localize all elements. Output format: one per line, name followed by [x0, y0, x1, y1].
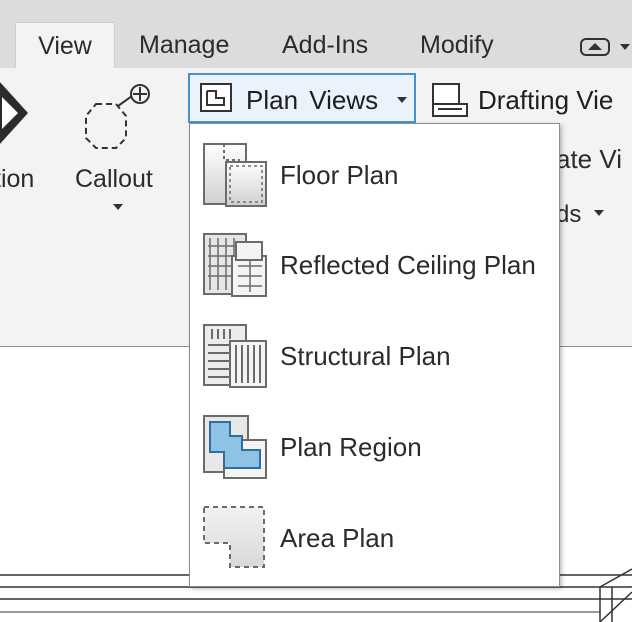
callout-dropdown-caret[interactable] [113, 204, 123, 210]
drafting-view-label: Drafting Vie [478, 85, 614, 115]
duplicate-view-label[interactable]: ate Vi [556, 144, 622, 175]
menu-item-area-plan[interactable]: Area Plan [190, 493, 559, 581]
menu-item-plan-region[interactable]: Plan Region [190, 402, 559, 490]
plan-views-caret [397, 97, 407, 103]
plan-region-label: Plan Region [280, 432, 422, 462]
section-label: tion [0, 165, 35, 193]
tab-manage[interactable]: Manage [139, 22, 229, 68]
menu-item-structural-plan[interactable]: Structural Plan [190, 311, 559, 399]
menu-item-floor-plan[interactable]: Floor Plan [190, 130, 559, 218]
callout-label: Callout [75, 165, 153, 193]
drafting-view-icon [432, 83, 468, 117]
section-button[interactable]: tion [0, 68, 60, 208]
callout-button[interactable]: Callout [70, 68, 170, 218]
structural-plan-icon [203, 324, 267, 388]
ribbon-tab-strip: View Manage Add-Ins Modify [0, 0, 632, 68]
ribbon-toggle-icon [580, 38, 630, 56]
area-plan-label: Area Plan [280, 523, 395, 553]
reflected-ceiling-plan-icon [203, 233, 267, 297]
plan-views-dropdown: Floor Plan Reflected Ceiling Plan Struct… [189, 123, 560, 587]
structural-plan-label: Structural Plan [280, 341, 451, 371]
plan-views-button[interactable]: Plan Views [188, 73, 416, 123]
floor-plan-icon [203, 143, 267, 207]
plan-views-label: Plan Views [246, 85, 379, 115]
reflected-ceiling-plan-label: Reflected Ceiling Plan [280, 250, 536, 280]
floor-plan-label: Floor Plan [280, 160, 399, 190]
tab-add-ins[interactable]: Add-Ins [282, 22, 368, 68]
area-plan-icon [203, 506, 265, 568]
ribbon-minimize-button[interactable] [578, 36, 632, 58]
tab-modify[interactable]: Modify [420, 22, 494, 68]
title-bar-remnant [0, 0, 632, 20]
legends-caret[interactable] [594, 210, 604, 216]
section-icon [0, 82, 28, 144]
plan-views-icon [200, 83, 232, 112]
callout-icon [85, 84, 150, 149]
plan-region-icon [203, 415, 267, 479]
menu-item-reflected-ceiling-plan[interactable]: Reflected Ceiling Plan [190, 220, 559, 308]
tab-view[interactable]: View [15, 22, 115, 68]
